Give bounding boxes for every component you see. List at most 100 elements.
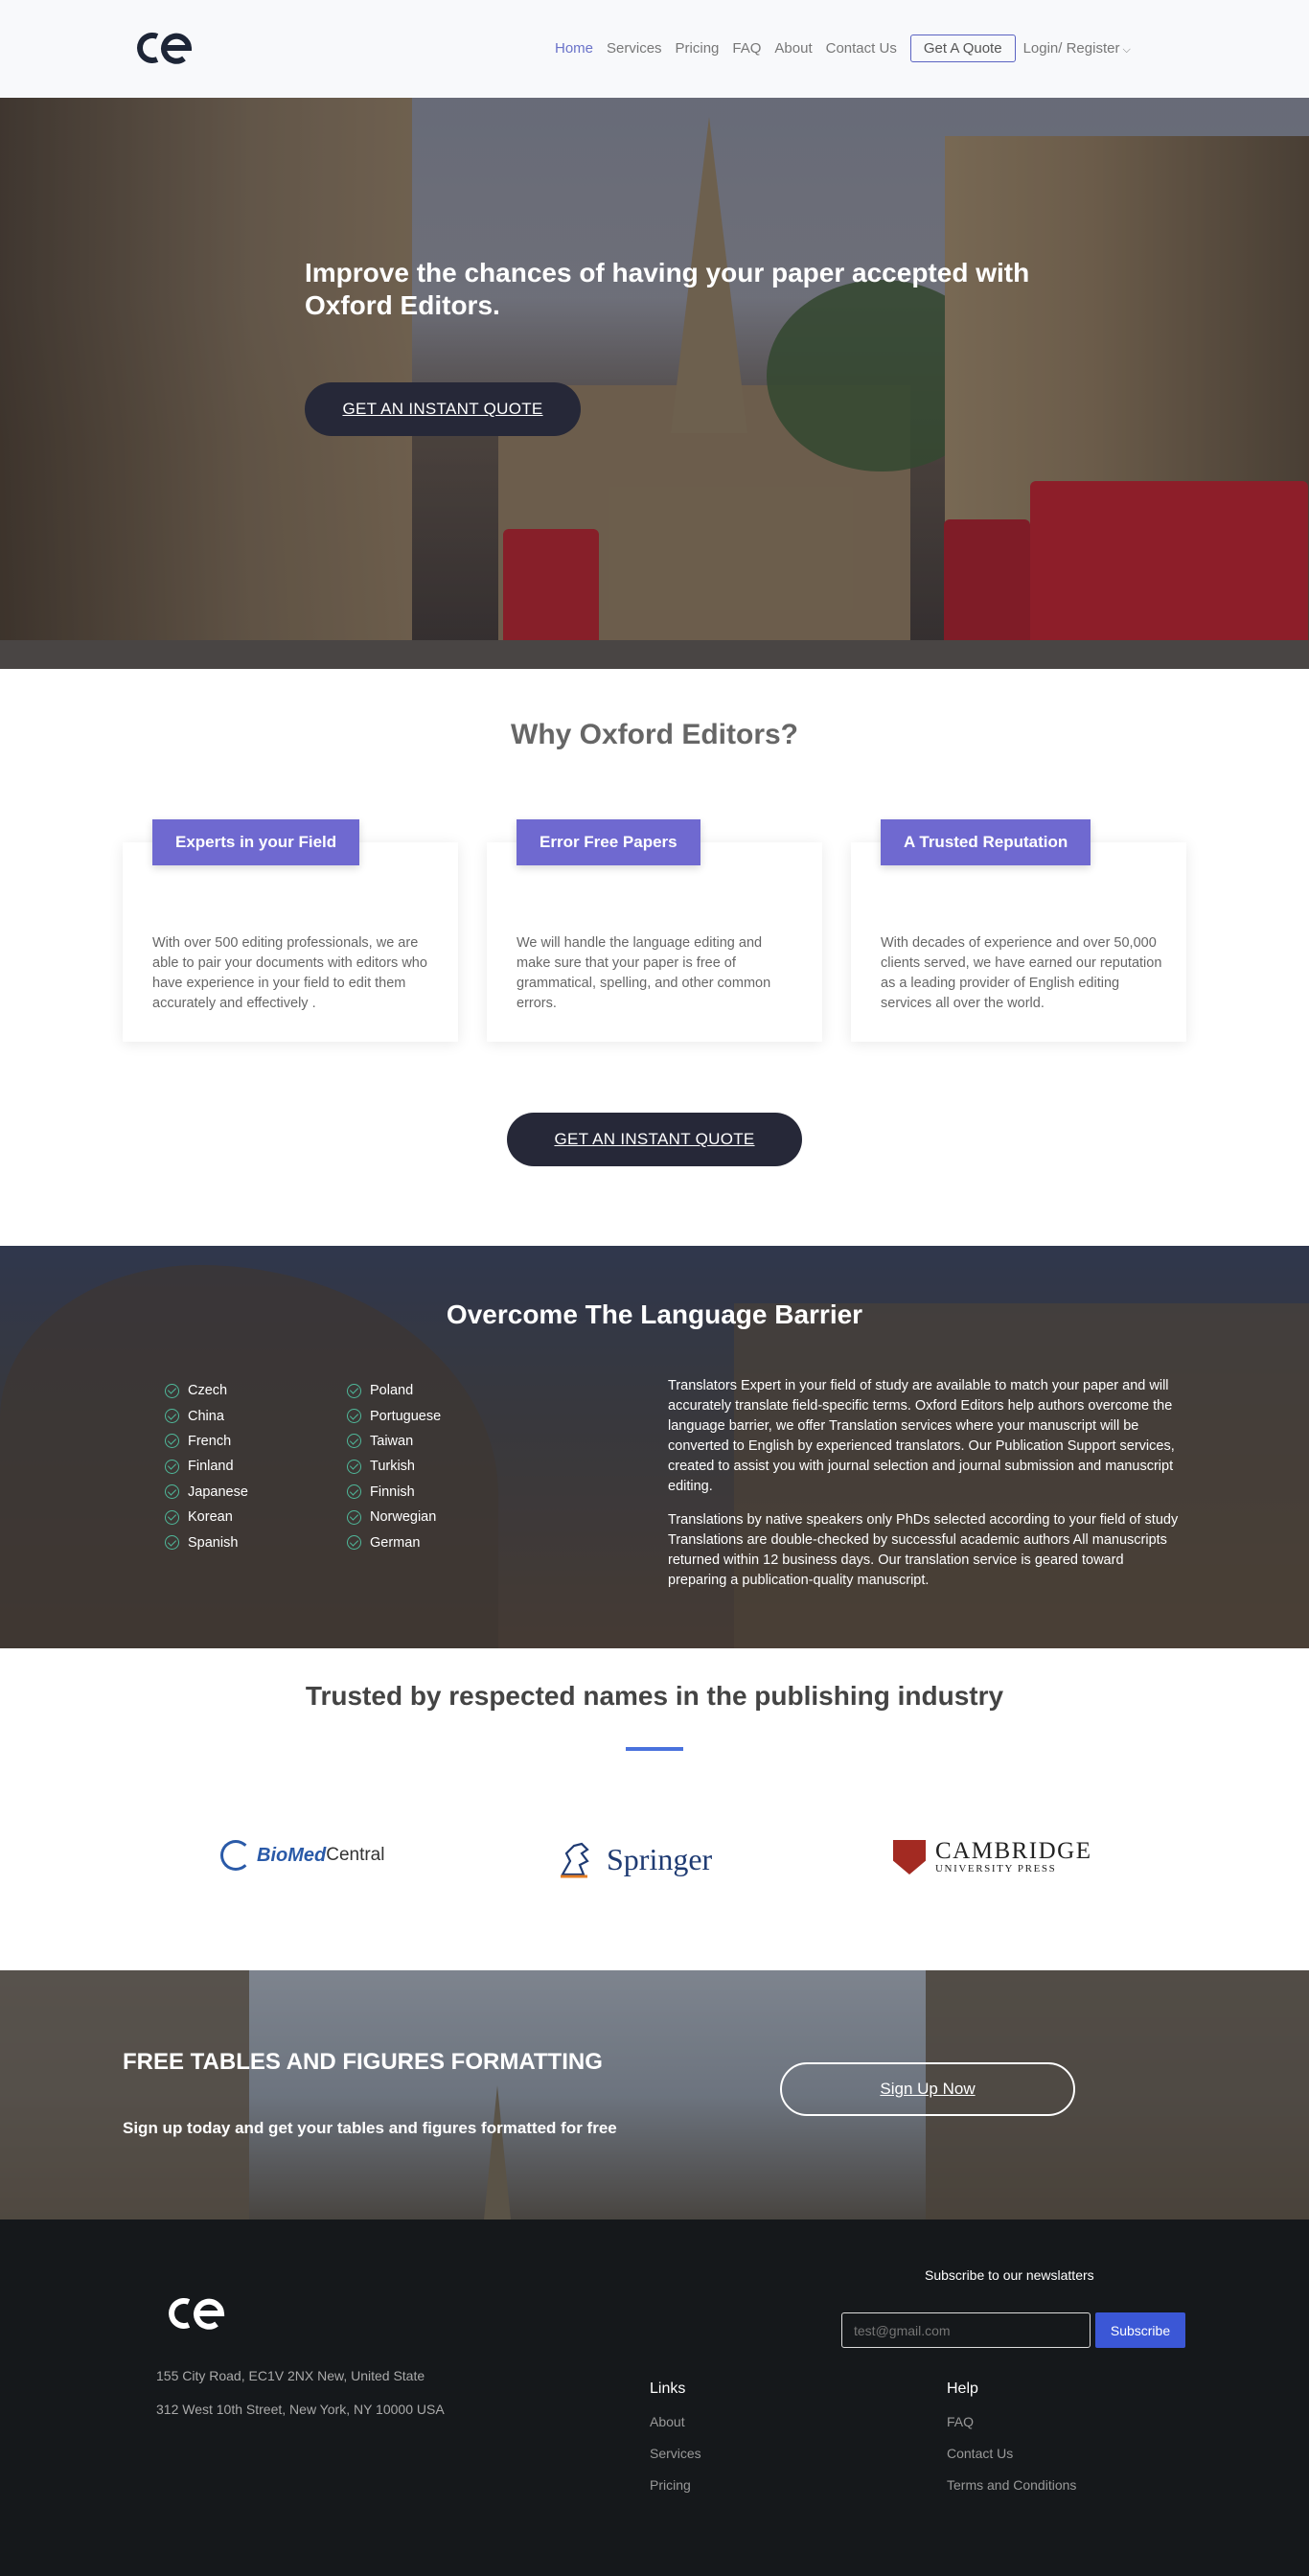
check-circle-icon bbox=[347, 1535, 361, 1551]
biomed-central-logo: BioMed Central bbox=[220, 1840, 384, 1871]
language-name: Finland bbox=[188, 1459, 234, 1475]
language-paragraph: Translations by native speakers only PhD… bbox=[668, 1512, 1179, 1588]
biomed-logo-text: BioMed bbox=[257, 1844, 327, 1866]
check-circle-icon bbox=[165, 1459, 179, 1474]
language-section: Overcome The Language Barrier Czech Chin… bbox=[0, 1246, 1309, 1648]
trusted-divider bbox=[626, 1747, 683, 1751]
subscribe-button[interactable]: Subscribe bbox=[1095, 2312, 1185, 2348]
language-name: Czech bbox=[188, 1383, 228, 1399]
nav-contact[interactable]: Contact Us bbox=[826, 40, 897, 57]
language-item: Korean bbox=[165, 1505, 248, 1530]
feature-card-text: With over 500 editing professionals, we … bbox=[152, 935, 427, 1011]
check-circle-icon bbox=[347, 1459, 361, 1474]
footer-logo[interactable] bbox=[163, 2294, 226, 2333]
language-paragraph: Translators Expert in your field of stud… bbox=[668, 1378, 1175, 1494]
language-name: Turkish bbox=[370, 1459, 415, 1475]
get-a-quote-button[interactable]: Get A Quote bbox=[909, 34, 1016, 62]
footer-address: 155 City Road, EC1V 2NX New, United Stat… bbox=[156, 2368, 425, 2383]
biomed-mark-icon bbox=[220, 1840, 251, 1871]
language-name: Finnish bbox=[370, 1484, 415, 1500]
feature-card-text: We will handle the language editing and … bbox=[517, 935, 771, 1011]
oxford-editors-logo[interactable] bbox=[132, 29, 192, 67]
check-circle-icon bbox=[165, 1484, 179, 1500]
check-circle-icon bbox=[347, 1484, 361, 1500]
cambridge-shield-icon bbox=[893, 1840, 926, 1874]
login-register-label: Login/ Register bbox=[1022, 40, 1120, 57]
feature-card: A Trusted Reputation With decades of exp… bbox=[851, 819, 1186, 1042]
check-circle-icon bbox=[165, 1409, 179, 1424]
springer-logo-text: Springer bbox=[607, 1841, 713, 1876]
feature-card-tag: Error Free Papers bbox=[517, 819, 700, 865]
language-item: Japanese bbox=[165, 1480, 248, 1505]
footer-links-title: Links bbox=[650, 2380, 686, 2397]
check-circle-icon bbox=[347, 1383, 361, 1398]
footer-address: 312 West 10th Street, New York, NY 10000… bbox=[156, 2402, 445, 2417]
feature-card-tag: A Trusted Reputation bbox=[881, 819, 1091, 865]
language-name: Korean bbox=[188, 1509, 233, 1526]
sign-up-now-button[interactable]: Sign Up Now bbox=[780, 2062, 1075, 2116]
nav-pricing[interactable]: Pricing bbox=[676, 40, 720, 57]
language-item: China bbox=[165, 1403, 248, 1428]
footer-link-contact[interactable]: Contact Us bbox=[947, 2446, 1076, 2461]
newsletter-email-input[interactable] bbox=[841, 2312, 1091, 2348]
newsletter-label: Subscribe to our newslatters bbox=[925, 2267, 1094, 2283]
language-name: Portuguese bbox=[370, 1408, 442, 1424]
springer-logo: Springer bbox=[559, 1840, 712, 1878]
cta-title: FREE TABLES AND FIGURES FORMATTING bbox=[123, 2049, 603, 2075]
hero-overlay bbox=[0, 98, 1309, 669]
language-item: Spanish bbox=[165, 1530, 248, 1554]
language-item: Turkish bbox=[347, 1454, 441, 1479]
language-name: Taiwan bbox=[370, 1433, 414, 1449]
why-title: Why Oxford Editors? bbox=[511, 719, 798, 750]
springer-horse-icon bbox=[561, 1842, 589, 1878]
nav-home[interactable]: Home bbox=[555, 40, 593, 57]
cta-overlay bbox=[0, 1970, 1309, 2220]
footer-link-pricing[interactable]: Pricing bbox=[650, 2477, 701, 2493]
footer-link-services[interactable]: Services bbox=[650, 2446, 701, 2461]
login-register-dropdown[interactable]: Login/ Register ⌵ bbox=[1023, 40, 1131, 57]
footer-help-title: Help bbox=[947, 2380, 978, 2397]
language-item: French bbox=[165, 1429, 248, 1454]
language-item: Poland bbox=[347, 1378, 441, 1403]
footer-help-column: Help FAQ Contact Us Terms and Conditions bbox=[947, 2380, 1076, 2509]
language-name: Norwegian bbox=[370, 1509, 437, 1526]
check-circle-icon bbox=[165, 1434, 179, 1449]
language-item: Taiwan bbox=[347, 1429, 441, 1454]
cambridge-logo-text: UNIVERSITY PRESS bbox=[935, 1863, 1057, 1874]
why-instant-quote-button[interactable]: GET AN INSTANT QUOTE bbox=[507, 1113, 802, 1166]
language-item: German bbox=[347, 1530, 441, 1554]
check-circle-icon bbox=[165, 1535, 179, 1551]
language-item: Portuguese bbox=[347, 1403, 441, 1428]
hero-section: Improve the chances of having your paper… bbox=[0, 98, 1309, 669]
site-header: Home Services Pricing FAQ About Contact … bbox=[0, 0, 1309, 98]
cambridge-university-press-logo: CAMBRIDGE UNIVERSITY PRESS bbox=[893, 1839, 1092, 1874]
language-item: Finland bbox=[165, 1454, 248, 1479]
language-list-2: Poland Portuguese Taiwan Turkish Finnish… bbox=[347, 1378, 441, 1555]
main-nav: Home Services Pricing FAQ About Contact … bbox=[555, 34, 1144, 62]
hero-instant-quote-button[interactable]: GET AN INSTANT QUOTE bbox=[305, 382, 581, 436]
language-name: Japanese bbox=[188, 1484, 248, 1500]
nav-services[interactable]: Services bbox=[607, 40, 662, 57]
feature-card-text: With decades of experience and over 50,0… bbox=[881, 935, 1162, 1011]
language-item: Norwegian bbox=[347, 1505, 441, 1530]
cta-subtitle: Sign up today and get your tables and fi… bbox=[123, 2119, 617, 2137]
language-name: Spanish bbox=[188, 1534, 239, 1551]
language-title: Overcome The Language Barrier bbox=[446, 1300, 863, 1329]
trusted-title: Trusted by respected names in the publis… bbox=[305, 1681, 1004, 1711]
nav-about[interactable]: About bbox=[774, 40, 812, 57]
site-footer: 155 City Road, EC1V 2NX New, United Stat… bbox=[0, 2220, 1309, 2576]
check-circle-icon bbox=[165, 1509, 179, 1525]
feature-card: Experts in your Field With over 500 edit… bbox=[123, 819, 458, 1042]
footer-link-terms[interactable]: Terms and Conditions bbox=[947, 2477, 1076, 2493]
language-item: Czech bbox=[165, 1378, 248, 1403]
language-name: French bbox=[188, 1433, 232, 1449]
footer-link-about[interactable]: About bbox=[650, 2414, 701, 2429]
check-circle-icon bbox=[347, 1509, 361, 1525]
check-circle-icon bbox=[165, 1383, 179, 1398]
footer-links-column: Links About Services Pricing bbox=[650, 2380, 701, 2509]
check-circle-icon bbox=[347, 1434, 361, 1449]
language-list-1: Czech China French Finland Japanese Kore… bbox=[165, 1378, 248, 1555]
language-name: Poland bbox=[370, 1383, 414, 1399]
nav-faq[interactable]: FAQ bbox=[732, 40, 761, 57]
footer-link-faq[interactable]: FAQ bbox=[947, 2414, 1076, 2429]
